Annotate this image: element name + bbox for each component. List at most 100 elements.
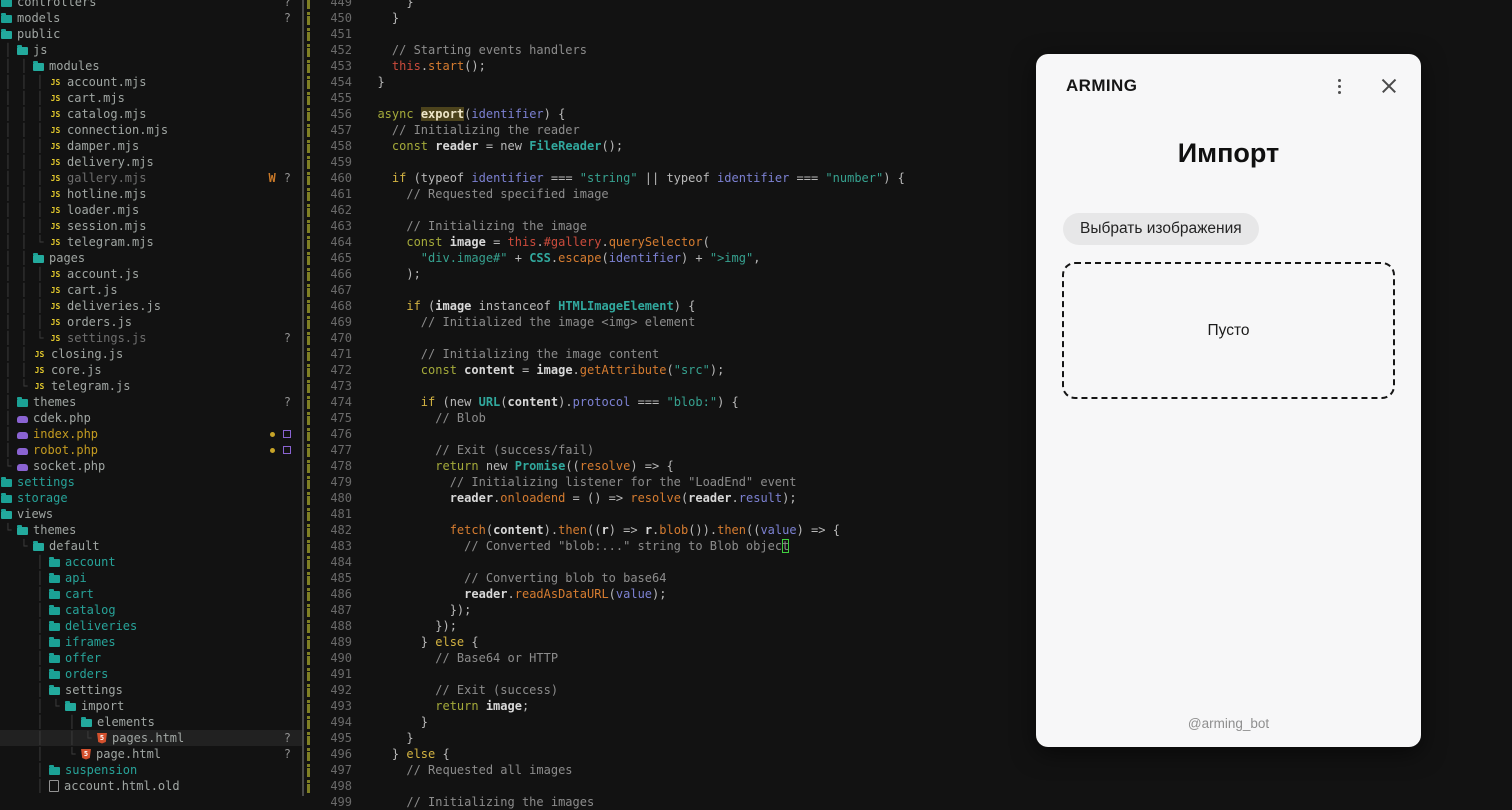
tree-item-settings.js[interactable]: ││└JSsettings.js? [0,330,302,346]
code-text: // Converted "blob:..." string to Blob o… [363,538,789,554]
image-dropzone[interactable]: Пусто [1062,262,1395,399]
tree-item-account[interactable]: │account [0,554,302,570]
tree-item-loader.mjs[interactable]: │││JSloader.mjs [0,202,302,218]
tree-item-connection.mjs[interactable]: │││JSconnection.mjs [0,122,302,138]
tree-item-catalog[interactable]: │catalog [0,602,302,618]
tree-item-views[interactable]: views [0,506,302,522]
php-icon [17,416,28,423]
line-number: 468 [312,298,352,314]
tree-item-cart[interactable]: │cart [0,586,302,602]
tree-item-storage[interactable]: storage [0,490,302,506]
line-number: 449 [312,0,352,10]
code-text: // Exit (success) [363,682,558,698]
php-icon [17,464,28,471]
tree-item-js[interactable]: │js [0,42,302,58]
code-line-496[interactable]: 496 } else { [312,746,1512,762]
indent-guide: │ [16,315,32,329]
tree-item-elements[interactable]: │ │elements [0,714,302,730]
line-number: 483 [312,538,352,554]
tree-item-pages.html[interactable]: │ │└5pages.html? [0,730,302,746]
modified-dot-badge [270,448,275,453]
indent-guide: │ [32,619,48,633]
tree-item-page.html[interactable]: │ └5page.html? [0,746,302,762]
code-line-497[interactable]: 497 // Requested all images [312,762,1512,778]
indent-guide [16,715,32,729]
tree-item-gallery.mjs[interactable]: │││JSgallery.mjsW? [0,170,302,186]
tree-item-damper.mjs[interactable]: │││JSdamper.mjs [0,138,302,154]
tree-item-themes[interactable]: └themes [0,522,302,538]
line-number: 457 [312,122,352,138]
tree-item-api[interactable]: │api [0,570,302,586]
kebab-menu-icon[interactable] [1336,77,1343,96]
tree-item-orders[interactable]: │orders [0,666,302,682]
tree-item-index.php[interactable]: │index.php [0,426,302,442]
code-line-451[interactable]: 451 [312,26,1512,42]
git-untracked-badge: ? [284,11,291,25]
indent-guide [0,619,16,633]
tree-item-default[interactable]: └default [0,538,302,554]
tree-item-cart.mjs[interactable]: │││JScart.mjs [0,90,302,106]
file-icon [49,780,59,792]
tree-item-core.js[interactable]: ││JScore.js [0,362,302,378]
js-icon: JS [49,334,62,343]
close-icon[interactable] [1381,78,1397,94]
line-number: 469 [312,314,352,330]
indent-guide: │ [32,699,48,713]
tree-item-account.html.old[interactable]: │account.html.old [0,778,302,794]
tree-item-settings[interactable]: settings [0,474,302,490]
tree-item-iframes[interactable]: │iframes [0,634,302,650]
tree-item-offer[interactable]: │offer [0,650,302,666]
folder-open-icon [81,719,92,727]
tree-item-robot.php[interactable]: │robot.php [0,442,302,458]
tree-item-controllers[interactable]: controllers? [0,0,302,10]
tree-item-public[interactable]: public [0,26,302,42]
tree-item-cdek.php[interactable]: │cdek.php [0,410,302,426]
tree-item-catalog.mjs[interactable]: │││JScatalog.mjs [0,106,302,122]
tree-item-account.mjs[interactable]: │││JSaccount.mjs [0,74,302,90]
indent-guide: │ [0,347,16,361]
tree-item-telegram.mjs[interactable]: ││└JStelegram.mjs [0,234,302,250]
sidebar-file-tree[interactable]: controllers?models?public│js││modules│││… [0,0,302,794]
code-text: const image = this.#gallery.querySelecto… [363,234,710,250]
tree-item-cart.js[interactable]: │││JScart.js [0,282,302,298]
js-icon: JS [49,222,62,231]
indent-guide [0,635,16,649]
indent-guide: │ [32,651,48,665]
tree-item-deliveries[interactable]: │deliveries [0,618,302,634]
tree-item-hotline.mjs[interactable]: │││JShotline.mjs [0,186,302,202]
tree-item-closing.js[interactable]: ││JSclosing.js [0,346,302,362]
tree-item-label: index.php [33,427,98,441]
indent-guide [16,747,32,761]
code-line-450[interactable]: 450 } [312,10,1512,26]
tree-item-deliveries.js[interactable]: │││JSdeliveries.js [0,298,302,314]
line-number: 486 [312,586,352,602]
indent-guide: │ [32,683,48,697]
sidebar-scrollbar[interactable] [302,0,304,796]
indent-guide: │ [0,155,16,169]
tree-item-settings[interactable]: │settings [0,682,302,698]
folder-open-icon [65,703,76,711]
tree-item-delivery.mjs[interactable]: │││JSdelivery.mjs [0,154,302,170]
line-number: 473 [312,378,352,394]
indent-guide: │ [0,91,16,105]
tree-item-themes[interactable]: │themes? [0,394,302,410]
tree-item-orders.js[interactable]: │││JSorders.js [0,314,302,330]
js-icon: JS [49,270,62,279]
tree-item-models[interactable]: models? [0,10,302,26]
tree-item-modules[interactable]: ││modules [0,58,302,74]
tree-item-import[interactable]: │└import [0,698,302,714]
tree-item-socket.php[interactable]: └socket.php [0,458,302,474]
code-line-499[interactable]: 499 // Initializing the images [312,794,1512,810]
indent-guide: │ [16,171,32,185]
choose-images-button[interactable]: Выбрать изображения [1063,213,1259,245]
indent-guide: │ [32,667,48,681]
tree-item-account.js[interactable]: │││JSaccount.js [0,266,302,282]
tree-item-telegram.js[interactable]: │└JStelegram.js [0,378,302,394]
code-line-449[interactable]: 449 } [312,0,1512,10]
code-line-498[interactable]: 498 [312,778,1512,794]
tree-item-session.mjs[interactable]: │││JSsession.mjs [0,218,302,234]
folder-open-icon [33,63,44,71]
tree-item-suspension[interactable]: │suspension [0,762,302,778]
js-icon: JS [49,302,62,311]
tree-item-pages[interactable]: ││pages [0,250,302,266]
